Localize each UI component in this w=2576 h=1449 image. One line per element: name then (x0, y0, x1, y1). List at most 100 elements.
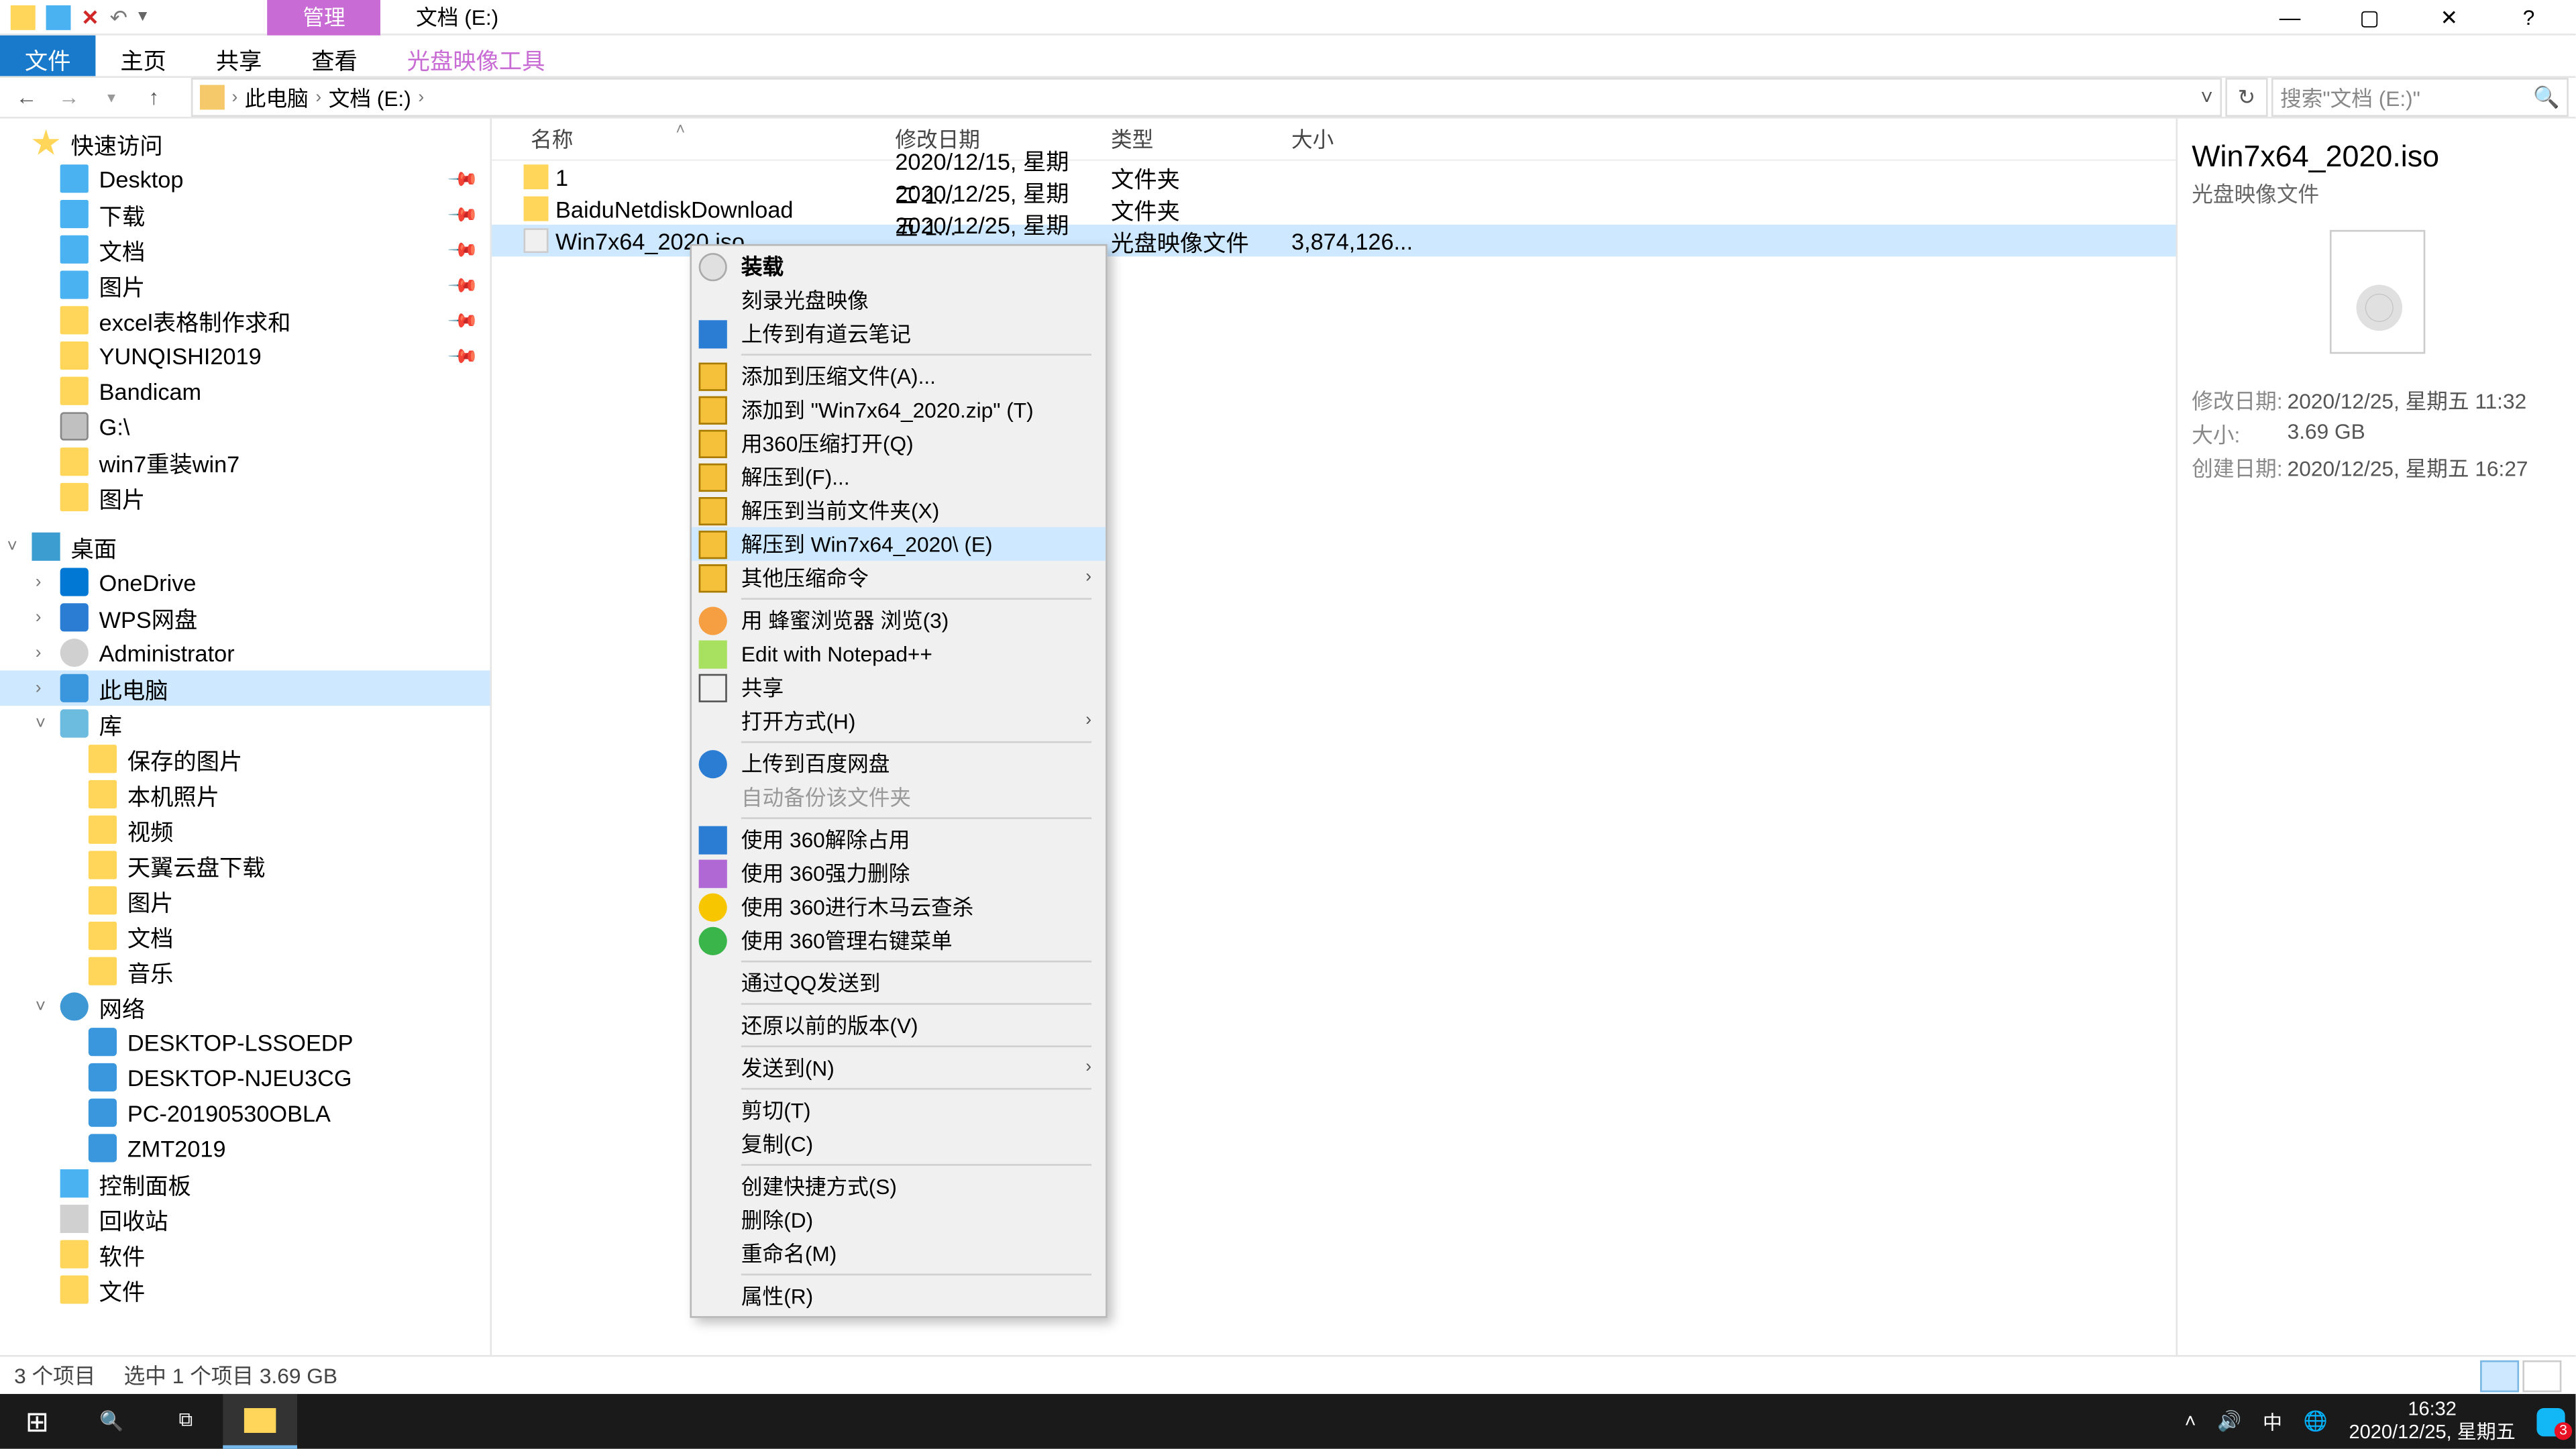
crumb-drive[interactable]: 文档 (E:) (329, 83, 411, 113)
menu-share[interactable]: 共享 (692, 670, 1106, 704)
close-button[interactable]: ✕ (2410, 0, 2489, 34)
tree-gdrive[interactable]: G:\ (0, 409, 490, 444)
menu-send-to[interactable]: 发送到(N)› (692, 1051, 1106, 1084)
volume-icon[interactable]: 🔊 (2217, 1410, 2241, 1433)
col-type[interactable]: 类型 (1097, 124, 1277, 154)
tree-library[interactable]: ˅库 (0, 706, 490, 741)
tree-documentsL[interactable]: 文档 (0, 918, 490, 954)
tray-up-icon[interactable]: ˄ (2185, 1411, 2196, 1432)
tree-quick-access[interactable]: 快速访问 (0, 125, 490, 161)
tree-zmt[interactable]: ZMT2019 (0, 1130, 490, 1166)
chevron-down-icon[interactable]: ˅ (36, 714, 46, 733)
help-button[interactable]: ? (2489, 0, 2569, 34)
menu-open-with[interactable]: 打开方式(H)› (692, 704, 1106, 738)
tree-wps[interactable]: ›WPS网盘 (0, 600, 490, 635)
chevron-right-icon[interactable]: › (36, 572, 42, 592)
tree-saved-pics[interactable]: 保存的图片 (0, 741, 490, 777)
start-button[interactable]: ⊞ (0, 1394, 74, 1449)
tab-home[interactable]: 主页 (95, 36, 191, 76)
tree-yunqishi[interactable]: YUNQISHI2019📌 (0, 338, 490, 374)
view-details-button[interactable] (2480, 1360, 2519, 1391)
menu-rename[interactable]: 重命名(M) (692, 1236, 1106, 1270)
menu-upload-baidu[interactable]: 上传到百度网盘 (692, 747, 1106, 780)
crumb-thispc[interactable]: 此电脑 (245, 83, 309, 113)
tree-software[interactable]: 软件 (0, 1236, 490, 1272)
menu-360-manage-ctx[interactable]: 使用 360管理右键菜单 (692, 924, 1106, 957)
menu-360-clear[interactable]: 使用 360解除占用 (692, 822, 1106, 856)
taskbar-search-button[interactable]: 🔍 (74, 1394, 149, 1449)
tree-pc-lsso[interactable]: DESKTOP-LSSOEDP (0, 1024, 490, 1060)
tree-desktop-root[interactable]: ˅桌面 (0, 529, 490, 564)
view-large-icons-button[interactable] (2522, 1360, 2561, 1391)
menu-copy[interactable]: 复制(C) (692, 1127, 1106, 1161)
menu-open-360zip[interactable]: 用360压缩打开(Q) (692, 427, 1106, 460)
menu-delete[interactable]: 删除(D) (692, 1203, 1106, 1236)
tree-onedrive[interactable]: ›OneDrive (0, 564, 490, 600)
tab-disc-tools[interactable]: 光盘映像工具 (382, 36, 570, 76)
menu-add-zip[interactable]: 添加到 "Win7x64_2020.zip" (T) (692, 392, 1106, 426)
chevron-down-icon[interactable]: ˅ (7, 537, 17, 556)
tab-share[interactable]: 共享 (191, 36, 286, 76)
menu-360-trojan[interactable]: 使用 360进行木马云查杀 (692, 890, 1106, 923)
taskbar-explorer[interactable] (223, 1394, 297, 1449)
menu-extract-to[interactable]: 解压到(F)... (692, 460, 1106, 494)
file-row[interactable]: BaiduNetdiskDownload 2020/12/25, 星期五 1..… (492, 193, 2176, 224)
crumb-dropdown-icon[interactable]: ˅ (2200, 85, 2213, 110)
tree-recycle[interactable]: 回收站 (0, 1201, 490, 1237)
ime-indicator[interactable]: 中 (2263, 1407, 2282, 1436)
menu-honey-browser[interactable]: 用 蜂蜜浏览器 浏览(3) (692, 603, 1106, 637)
tree-pc-2019[interactable]: PC-20190530OBLA (0, 1095, 490, 1130)
menu-properties[interactable]: 属性(R) (692, 1279, 1106, 1313)
tab-file[interactable]: 文件 (0, 36, 95, 76)
tree-cam-roll[interactable]: 本机照片 (0, 777, 490, 812)
menu-other-compress[interactable]: 其他压缩命令› (692, 561, 1106, 594)
tree-pictures2[interactable]: 图片 (0, 480, 490, 515)
menu-restore-prev[interactable]: 还原以前的版本(V) (692, 1008, 1106, 1042)
taskview-button[interactable]: ⧉ (149, 1394, 223, 1449)
file-row[interactable]: 1 2020/12/15, 星期二 1... 文件夹 (492, 161, 2176, 193)
menu-add-archive[interactable]: 添加到压缩文件(A)... (692, 359, 1106, 392)
maximize-button[interactable]: ▢ (2330, 0, 2410, 34)
tree-downloads[interactable]: 下载📌 (0, 197, 490, 232)
menu-burn[interactable]: 刻录光盘映像 (692, 283, 1106, 317)
tree-documents[interactable]: 文档📌 (0, 231, 490, 267)
search-icon[interactable]: 🔍 (2533, 85, 2559, 110)
breadcrumb[interactable]: › 此电脑 › 文档 (E:) › ˅ (191, 78, 2222, 117)
menu-mount[interactable]: 装载 (692, 250, 1106, 283)
tree-win7[interactable]: win7重装win7 (0, 444, 490, 480)
menu-360-force-del[interactable]: 使用 360强力删除 (692, 856, 1106, 890)
chevron-right-icon[interactable]: › (36, 678, 42, 698)
nav-forward-button[interactable]: → (50, 85, 89, 110)
tree-pc-njeu[interactable]: DESKTOP-NJEU3CG (0, 1060, 490, 1095)
chevron-right-icon[interactable]: › (36, 643, 42, 663)
tree-control-panel[interactable]: 控制面板 (0, 1166, 490, 1201)
menu-extract-here[interactable]: 解压到当前文件夹(X) (692, 494, 1106, 527)
search-input[interactable]: 搜索"文档 (E:)" 🔍 (2271, 78, 2569, 117)
tree-network[interactable]: ˅网络 (0, 989, 490, 1024)
qat-dropdown-icon[interactable]: ▾ (138, 7, 147, 27)
menu-qq-send[interactable]: 通过QQ发送到 (692, 966, 1106, 1000)
taskbar-clock[interactable]: 16:32 2020/12/25, 星期五 (2349, 1399, 2515, 1445)
menu-notepadpp[interactable]: Edit with Notepad++ (692, 637, 1106, 670)
tree-admin[interactable]: ›Administrator (0, 635, 490, 671)
refresh-button[interactable]: ↻ (2225, 78, 2267, 117)
tree-pictures[interactable]: 图片📌 (0, 267, 490, 303)
menu-upload-note[interactable]: 上传到有道云笔记 (692, 317, 1106, 350)
tree-thispc[interactable]: ›此电脑 (0, 670, 490, 706)
nav-back-button[interactable]: ← (7, 85, 46, 110)
menu-cut[interactable]: 剪切(T) (692, 1093, 1106, 1127)
qat-pin-icon[interactable] (46, 5, 71, 30)
tree-files[interactable]: 文件 (0, 1272, 490, 1307)
minimize-button[interactable]: — (2250, 0, 2330, 34)
tree-video[interactable]: 视频 (0, 812, 490, 847)
notification-icon[interactable]: 3 (2536, 1407, 2565, 1436)
nav-up-button[interactable]: ↑ (134, 85, 173, 110)
col-name[interactable]: ˄名称 (492, 124, 881, 154)
tree-excel[interactable]: excel表格制作求和📌 (0, 303, 490, 338)
network-icon[interactable]: 🌐 (2304, 1410, 2328, 1433)
tree-tianyi[interactable]: 天翼云盘下载 (0, 847, 490, 883)
tree-desktop[interactable]: Desktop📌 (0, 161, 490, 197)
menu-extract-named[interactable]: 解压到 Win7x64_2020\ (E) (692, 527, 1106, 561)
qat-undo-icon[interactable]: ↶ (110, 5, 128, 30)
nav-history-dropdown[interactable]: ▾ (92, 88, 131, 107)
